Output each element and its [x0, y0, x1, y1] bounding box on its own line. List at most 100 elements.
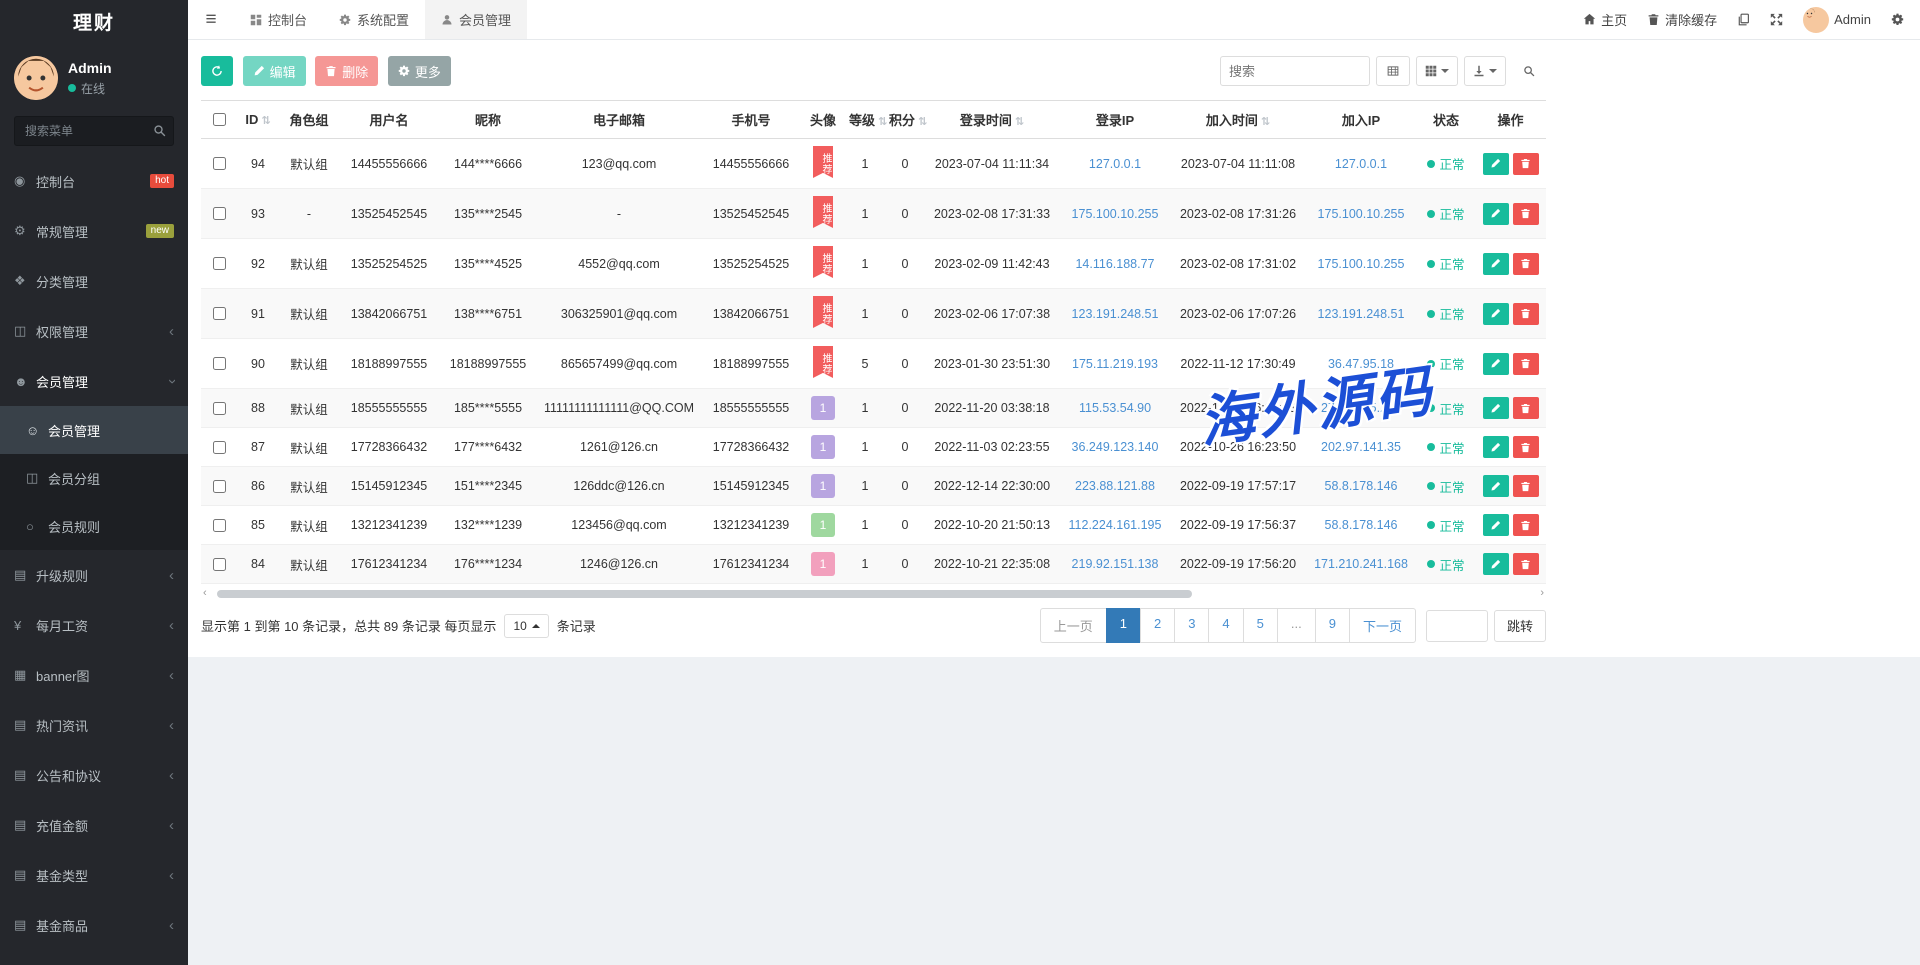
row-checkbox[interactable] — [213, 207, 226, 220]
edit-button[interactable]: 编辑 — [243, 56, 306, 86]
row-edit-button[interactable] — [1483, 514, 1509, 536]
export-button[interactable] — [1464, 56, 1506, 86]
page-button-2[interactable]: 2 — [1140, 608, 1175, 643]
row-checkbox[interactable] — [213, 357, 226, 370]
join-ip-link[interactable]: 58.8.178.146 — [1325, 479, 1398, 493]
page-jump-button[interactable]: 跳转 — [1494, 610, 1546, 642]
settings-gear-icon[interactable] — [1891, 13, 1904, 26]
select-all-checkbox[interactable] — [213, 113, 226, 126]
search-icon[interactable] — [153, 124, 166, 140]
scrollbar-thumb[interactable] — [217, 590, 1192, 598]
page-size-select[interactable]: 10 — [504, 614, 548, 638]
sidebar-item-monthly-salary[interactable]: ¥每月工资‹ — [0, 600, 188, 650]
sidebar-item-notice[interactable]: ▤公告和协议‹ — [0, 750, 188, 800]
join-ip-link[interactable]: 58.8.178.146 — [1325, 518, 1398, 532]
column-header-level[interactable]: 等级⇅ — [845, 101, 885, 139]
row-delete-button[interactable] — [1513, 303, 1539, 325]
next-page-button[interactable]: 下一页 — [1349, 608, 1416, 643]
row-checkbox[interactable] — [213, 402, 226, 415]
row-checkbox[interactable] — [213, 480, 226, 493]
fullscreen-icon[interactable] — [1770, 13, 1783, 26]
login-ip-link[interactable]: 223.88.121.88 — [1075, 479, 1155, 493]
search-toggle-button[interactable] — [1512, 56, 1546, 86]
sidebar-item-banner[interactable]: ▦banner图‹ — [0, 650, 188, 700]
row-delete-button[interactable] — [1513, 553, 1539, 575]
row-delete-button[interactable] — [1513, 397, 1539, 419]
sidebar-item-member-rule[interactable]: ○会员规则 — [0, 502, 188, 550]
sidebar-item-dashboard[interactable]: ◉控制台hot — [0, 156, 188, 206]
login-ip-link[interactable]: 14.116.188.77 — [1075, 257, 1154, 271]
row-checkbox[interactable] — [213, 558, 226, 571]
join-ip-link[interactable]: 175.100.10.255 — [1318, 257, 1405, 271]
sidebar-toggle-icon[interactable]: ≡ — [188, 0, 234, 39]
column-header-join-time[interactable]: 加入时间⇅ — [1171, 101, 1305, 139]
row-edit-button[interactable] — [1483, 153, 1509, 175]
row-edit-button[interactable] — [1483, 203, 1509, 225]
column-header-score[interactable]: 积分⇅ — [885, 101, 925, 139]
sidebar-item-category[interactable]: ❖分类管理 — [0, 256, 188, 306]
page-button-1[interactable]: 1 — [1106, 608, 1141, 643]
join-ip-link[interactable]: 175.100.10.255 — [1318, 207, 1405, 221]
topbar-user[interactable]: Admin — [1803, 7, 1871, 33]
sidebar-item-recharge[interactable]: ▤充值金额‹ — [0, 800, 188, 850]
table-search-input[interactable] — [1220, 56, 1370, 86]
menu-search-input[interactable] — [14, 116, 174, 146]
join-ip-link[interactable]: 127.0.0.1 — [1335, 157, 1387, 171]
sidebar-item-general[interactable]: ⚙常规管理new — [0, 206, 188, 256]
toggle-view-button[interactable] — [1376, 56, 1410, 86]
tab-dashboard[interactable]: 控制台 — [234, 0, 323, 39]
scroll-left-icon[interactable]: ‹ — [203, 587, 207, 599]
column-header-id[interactable]: ID⇅ — [237, 101, 279, 139]
scroll-right-icon[interactable]: › — [1540, 587, 1544, 599]
login-ip-link[interactable]: 36.249.123.140 — [1072, 440, 1159, 454]
join-ip-link[interactable]: 27.191.25.200 — [1321, 401, 1401, 415]
page-jump-input[interactable] — [1426, 610, 1488, 642]
join-ip-link[interactable]: 171.210.241.168 — [1314, 557, 1408, 571]
sidebar-item-upgrade-rule[interactable]: ▤升级规则‹ — [0, 550, 188, 600]
row-delete-button[interactable] — [1513, 514, 1539, 536]
row-edit-button[interactable] — [1483, 303, 1509, 325]
row-delete-button[interactable] — [1513, 353, 1539, 375]
docs-icon[interactable] — [1737, 13, 1750, 26]
join-ip-link[interactable]: 36.47.95.18 — [1328, 357, 1394, 371]
login-ip-link[interactable]: 127.0.0.1 — [1089, 157, 1141, 171]
sidebar-item-member[interactable]: ☻会员管理‹ — [0, 356, 188, 406]
row-checkbox[interactable] — [213, 157, 226, 170]
page-button-3[interactable]: 3 — [1174, 608, 1209, 643]
column-header-login-time[interactable]: 登录时间⇅ — [925, 101, 1059, 139]
login-ip-link[interactable]: 112.224.161.195 — [1069, 518, 1162, 532]
tab-system-config[interactable]: 系统配置 — [323, 0, 425, 39]
sidebar-item-hot-news[interactable]: ▤热门资讯‹ — [0, 700, 188, 750]
row-edit-button[interactable] — [1483, 475, 1509, 497]
row-delete-button[interactable] — [1513, 475, 1539, 497]
page-button-4[interactable]: 4 — [1208, 608, 1243, 643]
page-button-5[interactable]: 5 — [1243, 608, 1278, 643]
home-link[interactable]: 主页 — [1583, 10, 1627, 29]
columns-button[interactable] — [1416, 56, 1458, 86]
sidebar-item-auth[interactable]: ◫权限管理‹ — [0, 306, 188, 356]
login-ip-link[interactable]: 219.92.151.138 — [1072, 557, 1159, 571]
more-button[interactable]: 更多 — [388, 56, 451, 86]
row-checkbox[interactable] — [213, 257, 226, 270]
join-ip-link[interactable]: 202.97.141.35 — [1321, 440, 1401, 454]
login-ip-link[interactable]: 175.11.219.193 — [1072, 357, 1158, 371]
row-delete-button[interactable] — [1513, 203, 1539, 225]
row-edit-button[interactable] — [1483, 397, 1509, 419]
join-ip-link[interactable]: 123.191.248.51 — [1318, 307, 1405, 321]
row-checkbox[interactable] — [213, 307, 226, 320]
row-delete-button[interactable] — [1513, 153, 1539, 175]
tab-member[interactable]: 会员管理 — [425, 0, 527, 39]
refresh-button[interactable] — [201, 56, 233, 86]
login-ip-link[interactable]: 115.53.54.90 — [1079, 401, 1151, 415]
row-delete-button[interactable] — [1513, 436, 1539, 458]
row-edit-button[interactable] — [1483, 553, 1509, 575]
row-edit-button[interactable] — [1483, 353, 1509, 375]
sidebar-item-fund-type[interactable]: ▤基金类型‹ — [0, 850, 188, 900]
row-edit-button[interactable] — [1483, 436, 1509, 458]
sidebar-item-member-list[interactable]: ☺会员管理 — [0, 406, 188, 454]
sidebar-item-member-group[interactable]: ◫会员分组 — [0, 454, 188, 502]
clear-cache-button[interactable]: 清除缓存 — [1647, 10, 1717, 29]
login-ip-link[interactable]: 123.191.248.51 — [1072, 307, 1159, 321]
row-checkbox[interactable] — [213, 519, 226, 532]
row-delete-button[interactable] — [1513, 253, 1539, 275]
